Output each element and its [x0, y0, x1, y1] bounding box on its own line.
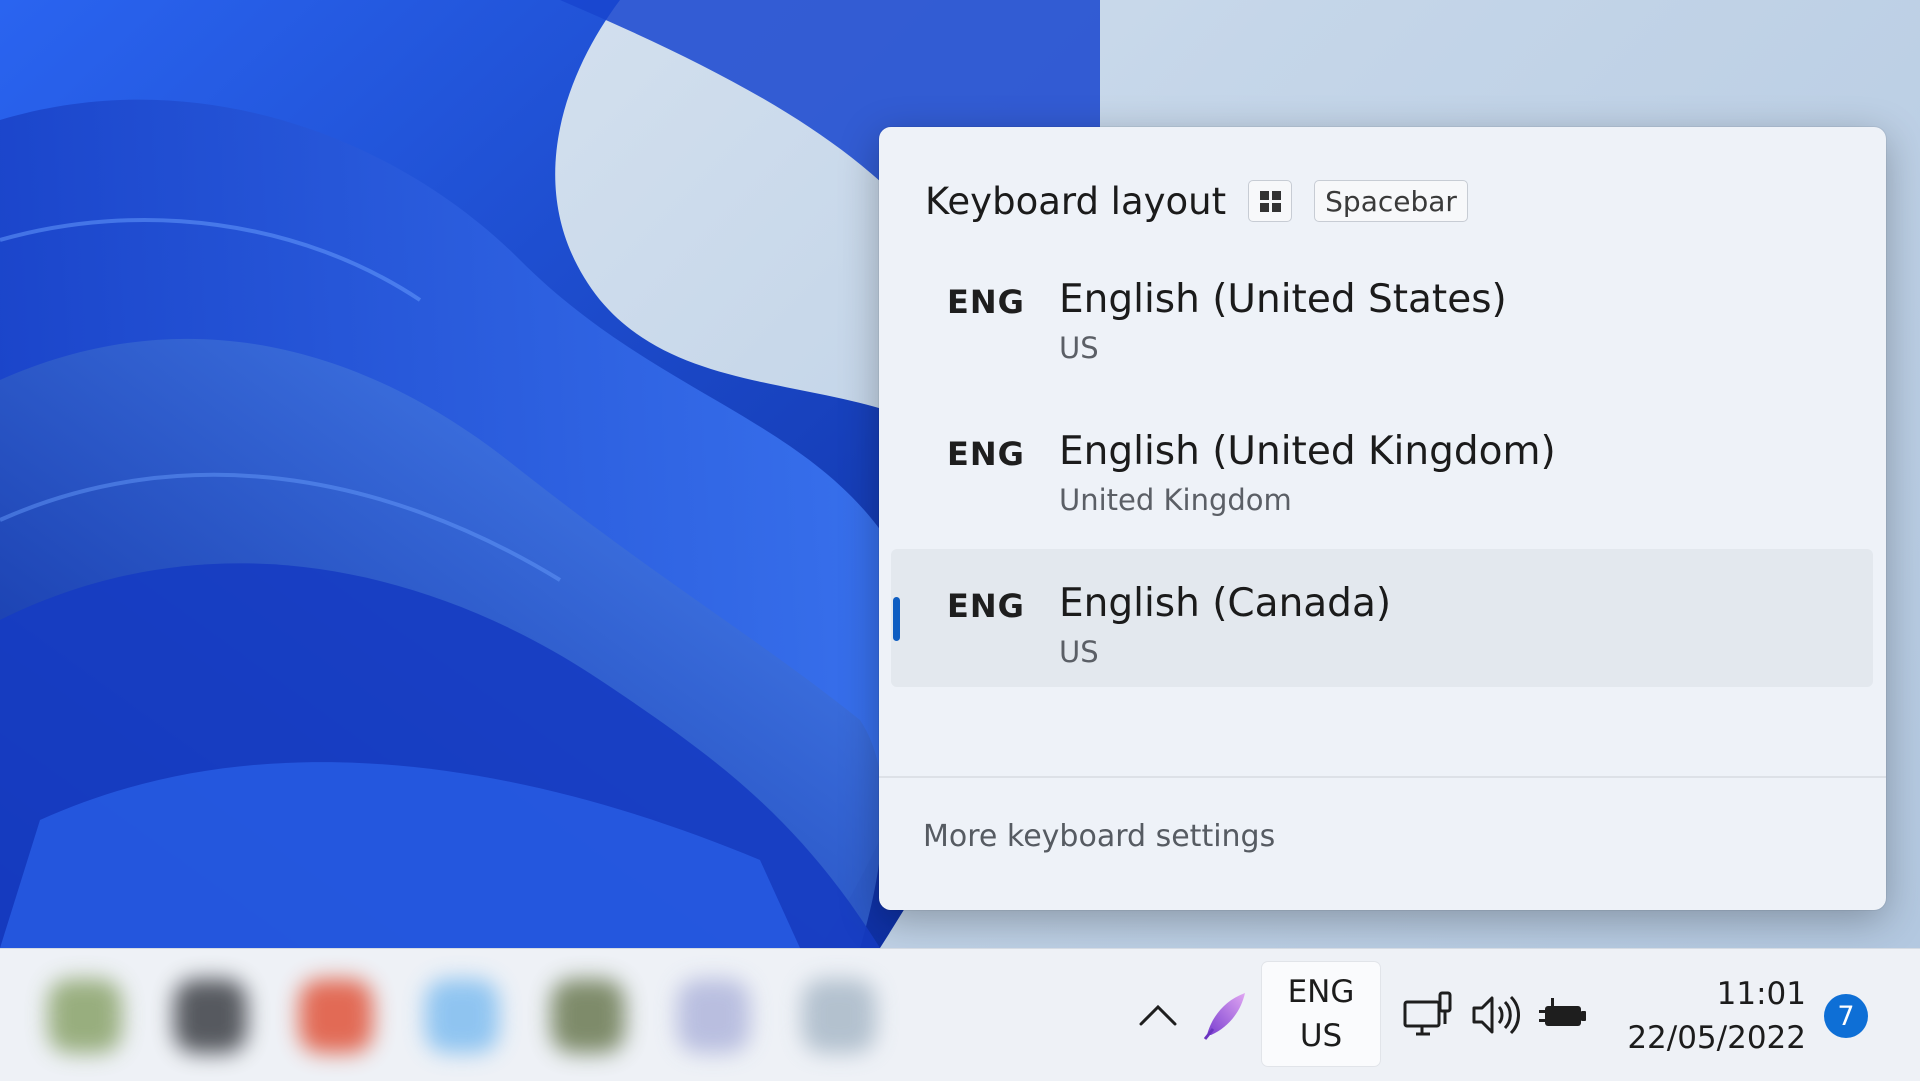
notification-count-badge[interactable]: 7	[1824, 994, 1868, 1038]
pen-icon[interactable]	[1200, 988, 1250, 1042]
blurred-app-icon[interactable]	[425, 979, 499, 1053]
layout-abbr: ENG	[947, 587, 1025, 625]
layout-subtitle: US	[1059, 331, 1099, 365]
windows-key-icon	[1248, 180, 1293, 222]
blurred-app-icon[interactable]	[173, 979, 248, 1053]
network-icon[interactable]	[1400, 988, 1456, 1042]
blurred-app-icon[interactable]	[802, 979, 877, 1053]
language-code: ENG	[1287, 974, 1355, 1010]
layout-item-english-uk[interactable]: ENG English (United Kingdom) United King…	[891, 397, 1873, 535]
layout-list: ENG English (United States) US ENG Engli…	[891, 245, 1873, 687]
blurred-app-icon[interactable]	[48, 979, 122, 1053]
flyout-divider	[879, 776, 1886, 778]
keyboard-layout-flyout: Keyboard layout Spacebar ENG English (Un…	[879, 127, 1886, 910]
language-indicator[interactable]: ENG US	[1262, 962, 1380, 1066]
selection-indicator	[893, 597, 900, 641]
layout-name: English (United States)	[1059, 277, 1507, 322]
blurred-app-icon[interactable]	[550, 979, 625, 1053]
layout-subtitle: United Kingdom	[1059, 483, 1292, 517]
clock-time: 11:01	[1716, 976, 1806, 1012]
layout-item-english-us[interactable]: ENG English (United States) US	[891, 245, 1873, 383]
chevron-up-icon[interactable]	[1134, 990, 1182, 1038]
layout-item-english-canada[interactable]: ENG English (Canada) US	[891, 549, 1873, 687]
blurred-app-icon[interactable]	[299, 979, 374, 1053]
flyout-header: Keyboard layout Spacebar	[925, 171, 1468, 231]
spacebar-key-chip: Spacebar	[1314, 180, 1468, 222]
blurred-app-icon[interactable]	[676, 979, 751, 1053]
taskbar-clock[interactable]: 11:01 22/05/2022	[1610, 968, 1806, 1064]
layout-abbr: ENG	[947, 283, 1025, 321]
layout-name: English (Canada)	[1059, 581, 1392, 626]
clock-date: 22/05/2022	[1627, 1020, 1806, 1056]
taskbar-pinned-apps	[18, 957, 877, 1075]
battery-charging-icon[interactable]	[1536, 990, 1590, 1040]
layout-abbr: ENG	[947, 435, 1025, 473]
more-keyboard-settings-link[interactable]: More keyboard settings	[923, 819, 1275, 854]
layout-code: US	[1299, 1018, 1343, 1054]
volume-icon[interactable]	[1468, 990, 1524, 1040]
layout-subtitle: US	[1059, 635, 1099, 669]
layout-name: English (United Kingdom)	[1059, 429, 1556, 474]
flyout-title: Keyboard layout	[925, 179, 1227, 223]
